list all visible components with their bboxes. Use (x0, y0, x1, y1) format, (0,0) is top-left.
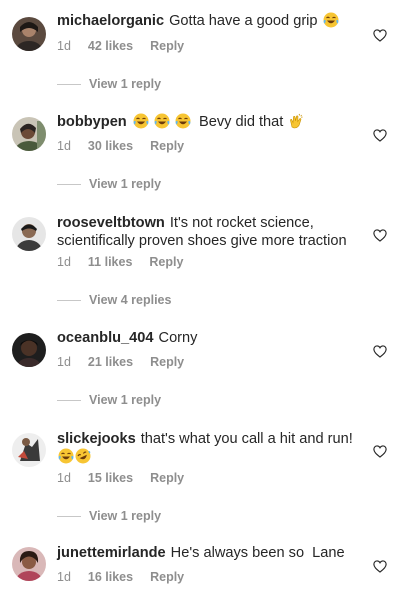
comment-text: oceanblu_404 Corny (57, 330, 198, 346)
username[interactable]: oceanblu_404 (57, 330, 154, 346)
view-replies-button[interactable]: View 1 reply (57, 177, 161, 193)
username[interactable]: rooseveltbtown (57, 215, 165, 231)
avatar[interactable] (12, 217, 46, 251)
likes-count[interactable]: 11 likes (88, 255, 133, 269)
username[interactable]: junettemirlande (57, 545, 166, 561)
username[interactable]: michaelorganic (57, 13, 164, 29)
heart-outline-icon[interactable] (373, 29, 387, 42)
reply-button[interactable]: Reply (150, 355, 184, 369)
reply-button[interactable]: Reply (149, 255, 183, 269)
likes-count[interactable]: 21 likes (88, 355, 133, 369)
username[interactable]: slickejooks (57, 431, 136, 447)
comment-text: rooseveltbtown It's not rocket science, (57, 215, 314, 231)
username[interactable]: bobbypen (57, 114, 127, 130)
comment-meta: 1d 42 likes Reply (57, 39, 201, 53)
divider-line (57, 184, 81, 186)
likes-count[interactable]: 30 likes (88, 139, 133, 153)
comment-text-line2 (57, 448, 362, 467)
laughing-tears-icon (323, 12, 339, 28)
heart-outline-icon[interactable] (373, 345, 387, 358)
heart-outline-icon[interactable] (373, 229, 387, 242)
avatar[interactable] (12, 117, 46, 151)
reply-button[interactable]: Reply (150, 139, 184, 153)
heart-outline-icon[interactable] (373, 445, 387, 458)
comment-meta: 1d 21 likes Reply (57, 355, 201, 369)
likes-count[interactable]: 15 likes (88, 471, 133, 485)
comment-text: michaelorganic Gotta have a good grip (57, 12, 362, 31)
comment-meta: 1d 11 likes Reply (57, 255, 200, 269)
laughing-tears-icon (175, 113, 191, 129)
comment-text: slickejooks that's what you call a hit an… (57, 431, 353, 447)
reply-button[interactable]: Reply (150, 39, 184, 53)
heart-outline-icon[interactable] (373, 560, 387, 573)
reply-button[interactable]: Reply (150, 471, 184, 485)
comment-meta: 1d 30 likes Reply (57, 139, 201, 153)
comment-time: 1d (57, 255, 71, 269)
comment-time: 1d (57, 355, 71, 369)
laughing-tears-icon (154, 113, 170, 129)
divider-line (57, 400, 81, 402)
avatar[interactable] (12, 17, 46, 51)
comment-time: 1d (57, 139, 71, 153)
rolling-on-floor-laughing-icon (75, 448, 91, 464)
divider-line (57, 516, 81, 518)
heart-outline-icon[interactable] (373, 129, 387, 142)
clapping-hands-icon (290, 113, 304, 129)
view-replies-button[interactable]: View 1 reply (57, 77, 161, 93)
view-replies-button[interactable]: View 1 reply (57, 393, 161, 409)
likes-count[interactable]: 42 likes (88, 39, 133, 53)
laughing-tears-icon (58, 448, 74, 464)
view-replies-button[interactable]: View 4 replies (57, 293, 171, 309)
avatar[interactable] (12, 547, 46, 581)
divider-line (57, 300, 81, 302)
comment-text-line2: scientifically proven shoes give more tr… (57, 233, 347, 249)
laughing-tears-icon (133, 113, 149, 129)
comment-meta: 1d 15 likes Reply (57, 471, 201, 485)
avatar[interactable] (12, 333, 46, 367)
comment-meta: 1d 16 likes Reply (57, 570, 201, 584)
likes-count[interactable]: 16 likes (88, 570, 133, 584)
view-replies-button[interactable]: View 1 reply (57, 509, 161, 525)
comment-time: 1d (57, 471, 71, 485)
comment-text: bobbypen Bevy did that (57, 113, 362, 132)
avatar[interactable] (12, 433, 46, 467)
comment-time: 1d (57, 39, 71, 53)
comment-text: junettemirlande He's always been so Lane (57, 545, 345, 561)
reply-button[interactable]: Reply (150, 570, 184, 584)
comment-time: 1d (57, 570, 71, 584)
divider-line (57, 84, 81, 86)
